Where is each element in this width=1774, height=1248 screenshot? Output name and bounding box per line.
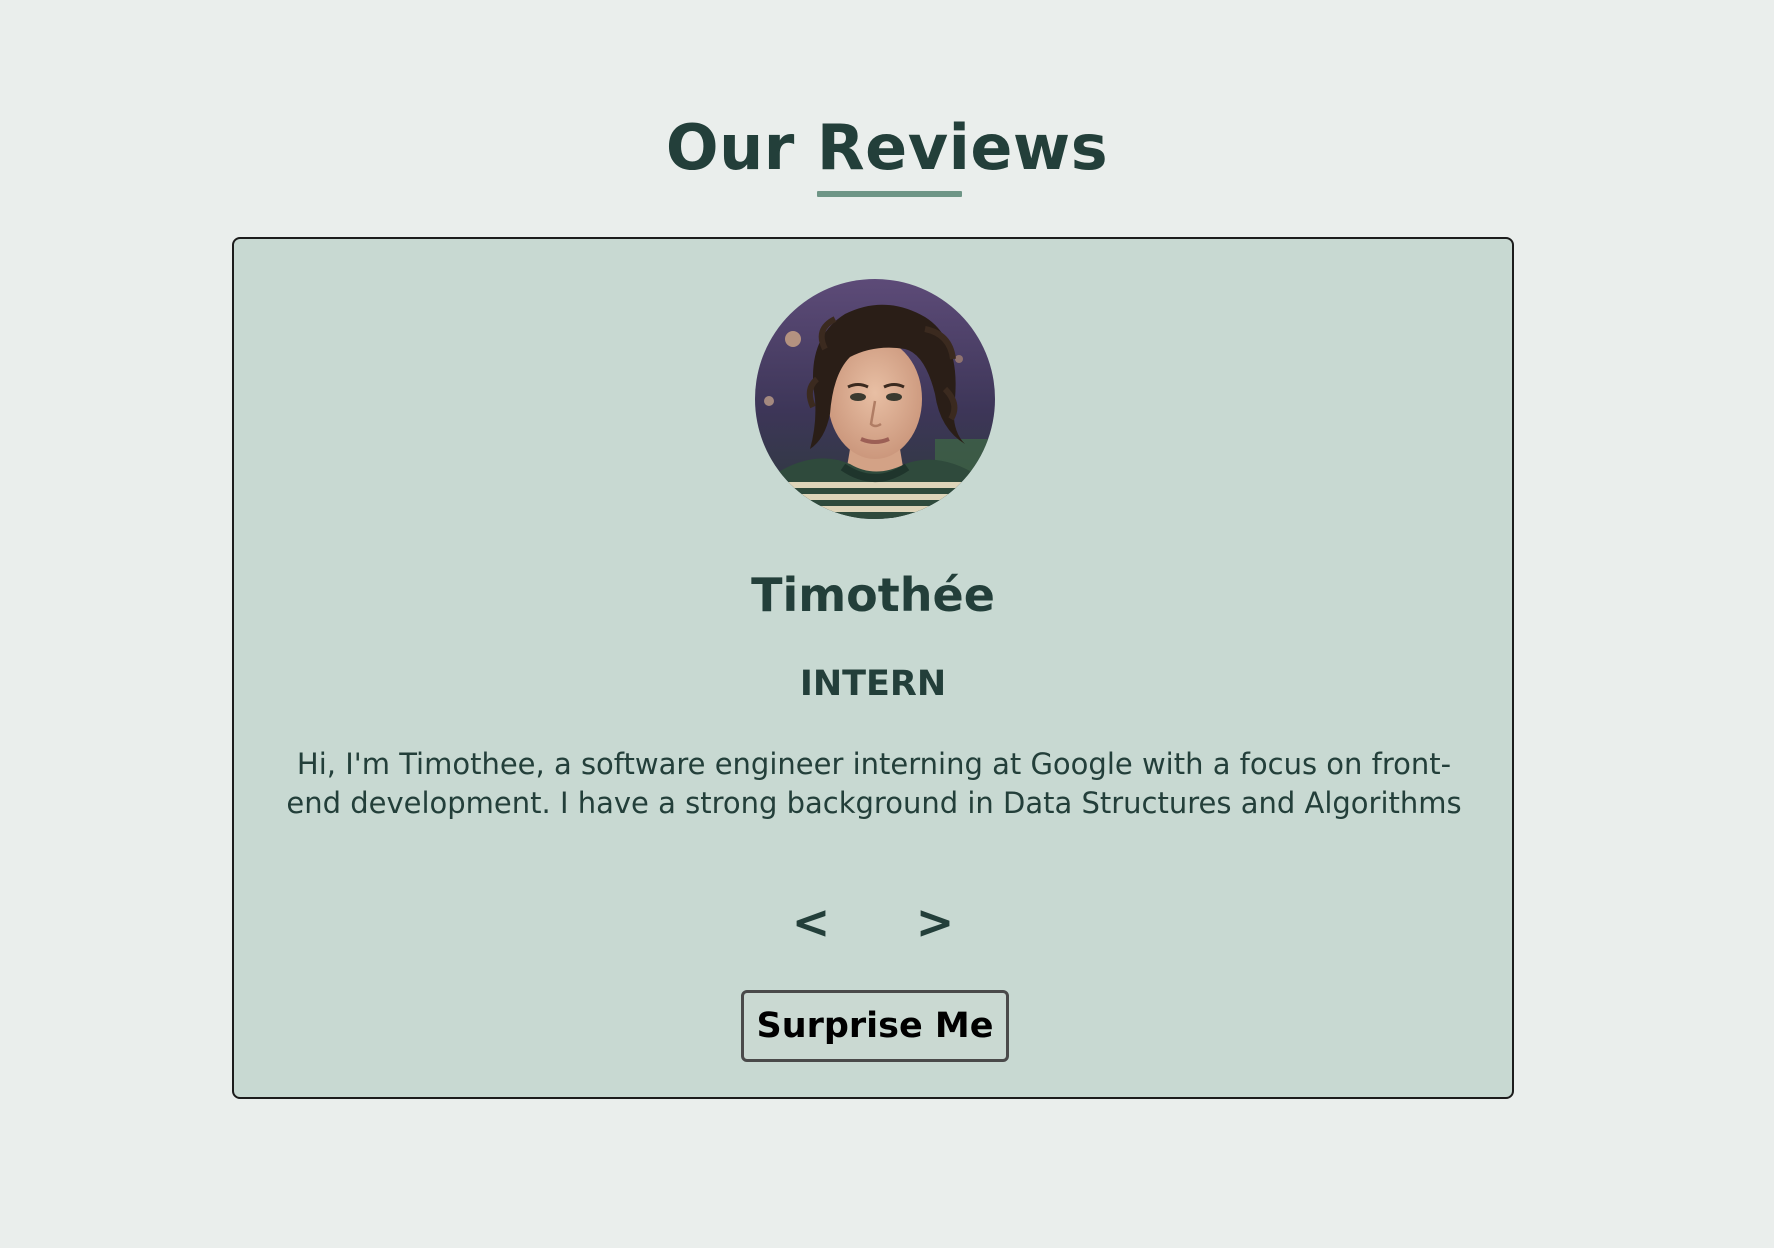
surprise-me-button[interactable]: Surprise Me: [741, 990, 1009, 1062]
avatar: [755, 279, 995, 519]
review-card: Timothée INTERN Hi, I'm Timothee, a soft…: [232, 237, 1514, 1099]
page-title-first-word: Our: [665, 111, 795, 184]
title-underline: [816, 191, 962, 197]
page-title: Our Reviews: [0, 117, 1774, 197]
avatar-portrait-image: [755, 279, 995, 519]
review-text: Hi, I'm Timothee, a software engineer in…: [286, 747, 1462, 820]
next-review-button[interactable]: >: [908, 899, 962, 945]
reviewer-name: Timothée: [751, 568, 995, 622]
page-title-accent-word: Reviews: [816, 117, 1108, 197]
reviewer-role: INTERN: [799, 664, 947, 704]
page-title-accent-text: Reviews: [816, 111, 1109, 184]
review-navigation: < >: [234, 899, 1512, 945]
previous-review-button[interactable]: <: [784, 899, 838, 945]
